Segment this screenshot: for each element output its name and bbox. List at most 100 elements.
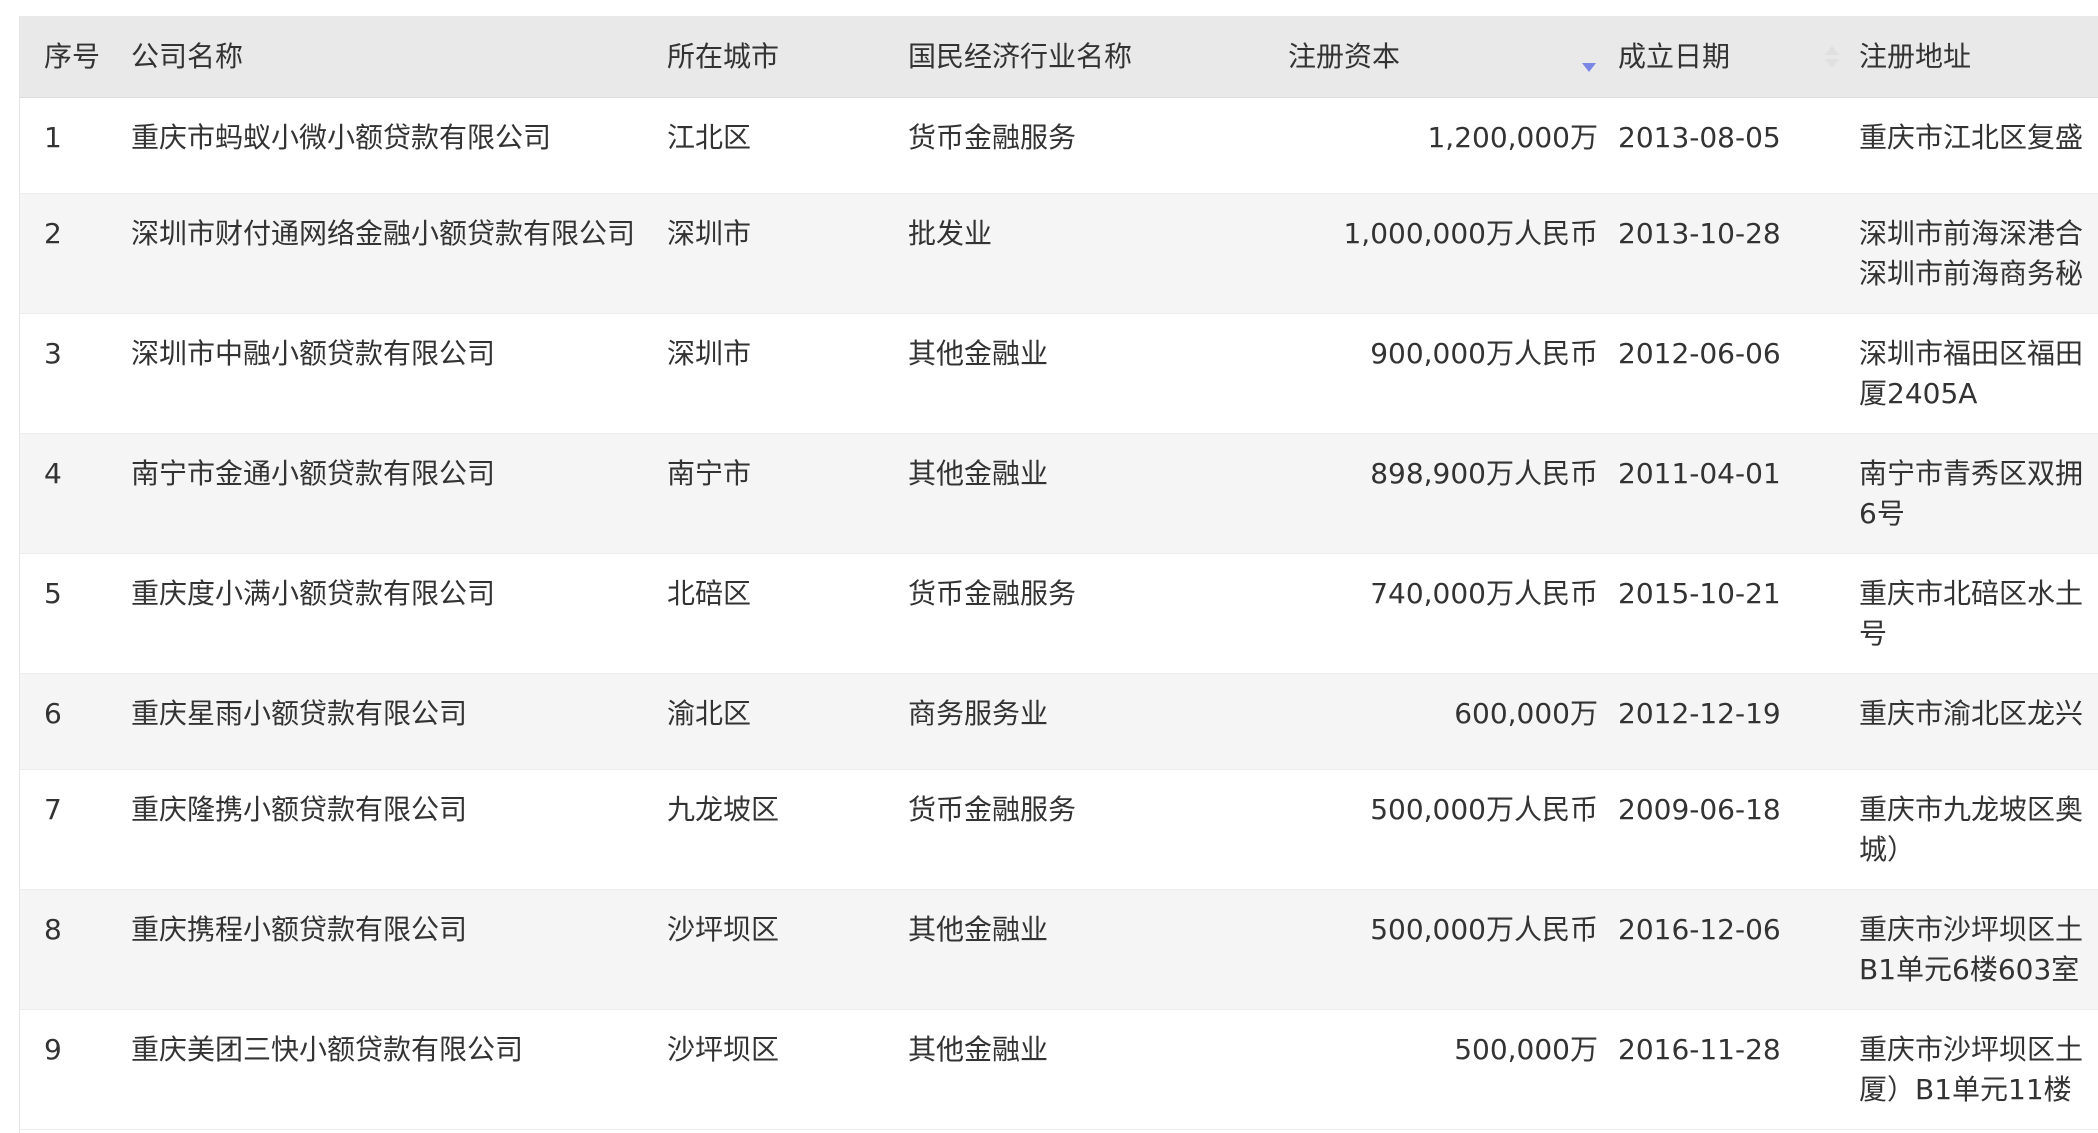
cell-industry: 货币金融服务: [908, 577, 1077, 610]
cell-founded-date: 2012-06-06: [1618, 337, 1781, 370]
table-row[interactable]: 3 深圳市中融小额贷款有限公司 深圳市 其他金融业 900,000万人民币 2012-06…: [20, 314, 2098, 434]
cell-city: 深圳市: [667, 217, 752, 250]
table-row[interactable]: 2 深圳市财付通网络金融小额贷款有限公司 深圳市 批发业 1,000,000万人民币 20…: [20, 194, 2098, 314]
cell-company-name[interactable]: 重庆美团三快小额贷款有限公司: [131, 1030, 667, 1070]
header-founded-date[interactable]: 成立日期: [1618, 37, 1859, 77]
cell-capital: 898,900万人民币: [1370, 457, 1598, 490]
cell-company-name[interactable]: 深圳市中融小额贷款有限公司: [131, 334, 667, 374]
cell-city: 沙坪坝区: [667, 913, 780, 946]
sort-toggle-icon[interactable]: [1825, 44, 1839, 70]
table-row[interactable]: 1 重庆市蚂蚁小微小额贷款有限公司 江北区 货币金融服务 1,200,000万 2013-…: [20, 98, 2098, 194]
cell-address: 重庆市北碚区水土号: [1859, 574, 2098, 654]
cell-address-line-1: 重庆市九龙坡区奥: [1859, 793, 2084, 826]
cell-capital: 900,000万人民币: [1370, 337, 1598, 370]
cell-index: 4: [44, 457, 62, 490]
cell-address-line-2: 厦）B1单元11楼: [1859, 1073, 2072, 1106]
cell-industry: 其他金融业: [908, 913, 1049, 946]
cell-company-name[interactable]: 重庆携程小额贷款有限公司: [131, 910, 667, 950]
cell-city: 江北区: [667, 121, 752, 154]
cell-address-line-1: 深圳市前海深港合: [1859, 217, 2084, 250]
cell-capital: 740,000万人民币: [1370, 577, 1598, 610]
cell-industry: 批发业: [908, 217, 993, 250]
cell-company-name[interactable]: 重庆市蚂蚁小微小额贷款有限公司: [131, 118, 667, 158]
header-company-name: 公司名称: [131, 39, 244, 73]
cell-industry: 商务服务业: [908, 697, 1049, 730]
cell-address-line-1: 重庆市沙坪坝区土: [1859, 1033, 2084, 1066]
cell-index: 6: [44, 697, 62, 730]
header-capital-label: 注册资本: [1288, 39, 1401, 73]
cell-address-line-2: 6号: [1859, 497, 1905, 530]
cell-city: 南宁市: [667, 457, 752, 490]
cell-industry: 其他金融业: [908, 337, 1049, 370]
cell-address-line-2: B1单元6楼603室: [1859, 953, 2080, 986]
company-table: 序号 公司名称 所在城市 国民经济行业名称 注册资本 成立日期 注册地址 1 重庆…: [20, 16, 2098, 1130]
cell-city: 北碚区: [667, 577, 752, 610]
cell-index: 7: [44, 793, 62, 826]
cell-founded-date: 2016-11-28: [1618, 1033, 1781, 1066]
cell-company-name[interactable]: 南宁市金通小额贷款有限公司: [131, 454, 667, 494]
cell-address-line-2: 号: [1859, 617, 1888, 650]
header-city: 所在城市: [667, 39, 780, 73]
cell-address: 重庆市渝北区龙兴: [1859, 694, 2098, 734]
header-date-label: 成立日期: [1618, 39, 1731, 73]
cell-address-line-1: 重庆市渝北区龙兴: [1859, 697, 2084, 730]
cell-address-line-1: 南宁市青秀区双拥: [1859, 457, 2084, 490]
cell-industry: 货币金融服务: [908, 793, 1077, 826]
cell-capital: 600,000万: [1454, 697, 1598, 730]
header-address: 注册地址: [1859, 39, 1972, 73]
cell-industry: 其他金融业: [908, 1033, 1049, 1066]
cell-capital: 1,000,000万人民币: [1343, 217, 1598, 250]
table-row[interactable]: 7 重庆隆携小额贷款有限公司 九龙坡区 货币金融服务 500,000万人民币 2009-0…: [20, 770, 2098, 890]
cell-capital: 500,000万人民币: [1370, 913, 1598, 946]
cell-industry: 货币金融服务: [908, 121, 1077, 154]
table-row[interactable]: 4 南宁市金通小额贷款有限公司 南宁市 其他金融业 898,900万人民币 2011-04…: [20, 434, 2098, 554]
cell-city: 深圳市: [667, 337, 752, 370]
cell-founded-date: 2013-10-28: [1618, 217, 1781, 250]
cell-industry: 其他金融业: [908, 457, 1049, 490]
cell-founded-date: 2013-08-05: [1618, 121, 1781, 154]
cell-city: 渝北区: [667, 697, 752, 730]
cell-company-name[interactable]: 深圳市财付通网络金融小额贷款有限公司: [131, 214, 667, 254]
cell-address-line-1: 重庆市北碚区水土: [1859, 577, 2084, 610]
cell-address-line-2: 深圳市前海商务秘: [1859, 257, 2084, 290]
cell-founded-date: 2012-12-19: [1618, 697, 1781, 730]
cell-index: 3: [44, 337, 62, 370]
table-row[interactable]: 6 重庆星雨小额贷款有限公司 渝北区 商务服务业 600,000万 2012-12-19 重…: [20, 674, 2098, 770]
table-header-row: 序号 公司名称 所在城市 国民经济行业名称 注册资本 成立日期 注册地址: [20, 16, 2098, 98]
cell-address: 重庆市江北区复盛: [1859, 118, 2098, 158]
cell-founded-date: 2015-10-21: [1618, 577, 1781, 610]
cell-founded-date: 2016-12-06: [1618, 913, 1781, 946]
cell-address-line-2: 厦2405A: [1859, 377, 1978, 410]
cell-address: 深圳市前海深港合 深圳市前海商务秘: [1859, 214, 2098, 294]
sort-desc-icon[interactable]: [1582, 48, 1596, 74]
cell-company-name[interactable]: 重庆星雨小额贷款有限公司: [131, 694, 667, 734]
cell-address: 重庆市九龙坡区奥 城）: [1859, 790, 2098, 870]
cell-address-line-1: 深圳市福田区福田: [1859, 337, 2084, 370]
cell-address: 重庆市沙坪坝区土 厦）B1单元11楼: [1859, 1030, 2098, 1110]
cell-address-line-1: 重庆市江北区复盛: [1859, 121, 2084, 154]
table-row[interactable]: 5 重庆度小满小额贷款有限公司 北碚区 货币金融服务 740,000万人民币 2015-1…: [20, 554, 2098, 674]
cell-company-name[interactable]: 重庆度小满小额贷款有限公司: [131, 574, 667, 614]
cell-capital: 1,200,000万: [1427, 121, 1598, 154]
cell-index: 8: [44, 913, 62, 946]
header-capital[interactable]: 注册资本: [1288, 37, 1618, 77]
table-row[interactable]: 9 重庆美团三快小额贷款有限公司 沙坪坝区 其他金融业 500,000万 2016-11-…: [20, 1010, 2098, 1130]
cell-capital: 500,000万人民币: [1370, 793, 1598, 826]
sort-up-arrow-icon: [1825, 45, 1839, 55]
page: 序号 公司名称 所在城市 国民经济行业名称 注册资本 成立日期 注册地址 1 重庆…: [0, 0, 2098, 1133]
sort-down-arrow-icon: [1825, 58, 1839, 68]
cell-company-name[interactable]: 重庆隆携小额贷款有限公司: [131, 790, 667, 830]
table-row[interactable]: 8 重庆携程小额贷款有限公司 沙坪坝区 其他金融业 500,000万人民币 2016-12…: [20, 890, 2098, 1010]
cell-capital: 500,000万: [1454, 1033, 1598, 1066]
cell-index: 2: [44, 217, 62, 250]
cell-index: 1: [44, 121, 62, 154]
cell-city: 九龙坡区: [667, 793, 780, 826]
sort-down-arrow-icon: [1582, 62, 1596, 72]
header-index: 序号: [44, 39, 101, 73]
cell-address: 深圳市福田区福田 厦2405A: [1859, 334, 2098, 414]
cell-address: 南宁市青秀区双拥 6号: [1859, 454, 2098, 534]
cell-address: 重庆市沙坪坝区土 B1单元6楼603室: [1859, 910, 2098, 990]
cell-founded-date: 2011-04-01: [1618, 457, 1781, 490]
cell-address-line-1: 重庆市沙坪坝区土: [1859, 913, 2084, 946]
cell-index: 5: [44, 577, 62, 610]
